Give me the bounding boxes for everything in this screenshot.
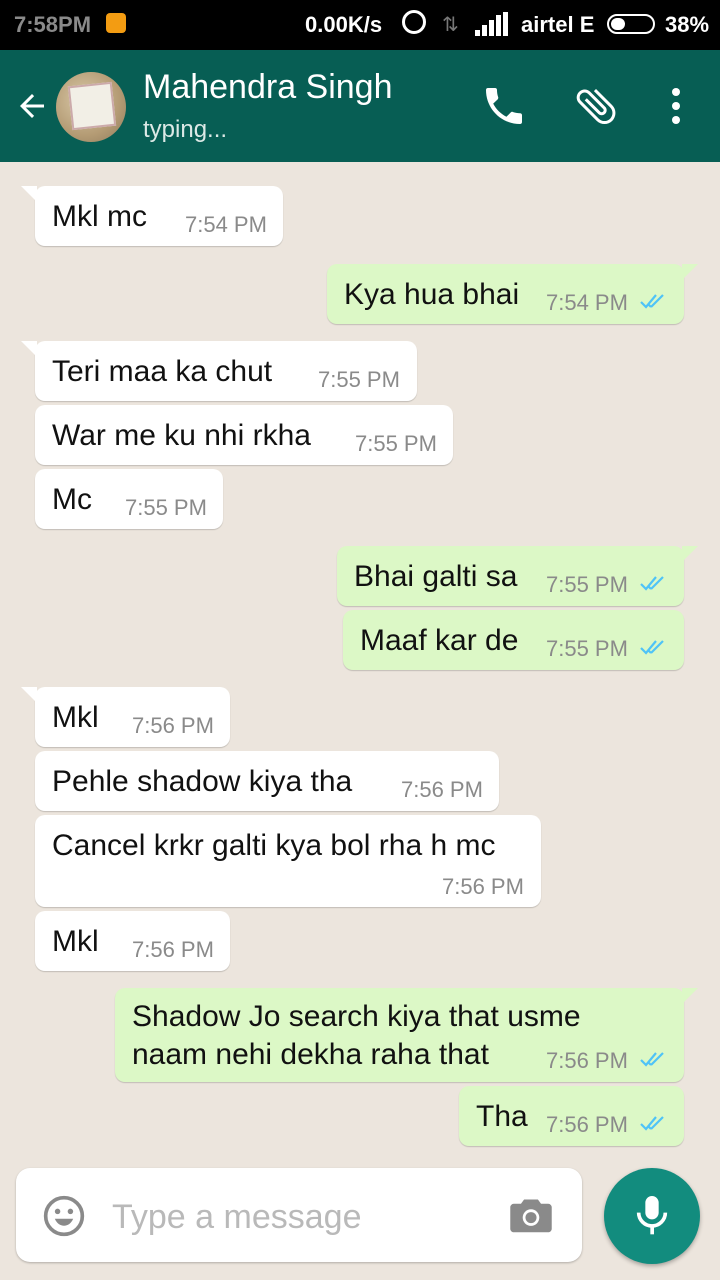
- message-text: Mc: [52, 483, 92, 516]
- message-time: 7:55 PM: [125, 495, 207, 520]
- message-incoming[interactable]: Mkl mc 7:54 PM: [21, 186, 283, 246]
- status-time: 7:58PM: [14, 12, 92, 37]
- message-outgoing[interactable]: Tha 7:56 PM: [459, 1086, 684, 1146]
- read-ticks-icon: [640, 294, 664, 309]
- message-time: 7:54 PM: [185, 212, 267, 237]
- message-incoming[interactable]: Mkl 7:56 PM: [21, 687, 230, 747]
- avatar[interactable]: [56, 72, 126, 142]
- read-ticks-icon: [640, 1116, 664, 1131]
- battery-icon: [607, 14, 655, 34]
- message-time: 7:54 PM: [546, 290, 628, 315]
- more-icon[interactable]: [652, 82, 700, 130]
- message-text: Shadow Jo search kiya that usme naam neh…: [132, 1000, 581, 1071]
- message-text: Tha: [476, 1100, 528, 1133]
- message-text: Mkl: [52, 925, 99, 958]
- message-text: Cancel krkr galti kya bol rha h mc: [52, 829, 496, 862]
- message-text: Mkl: [52, 701, 99, 734]
- message-text: Kya hua bhai: [344, 278, 520, 311]
- read-ticks-icon: [640, 1052, 664, 1067]
- message-incoming[interactable]: Pehle shadow kiya tha 7:56 PM: [35, 751, 499, 811]
- carrier-label: airtel E: [521, 12, 595, 37]
- contact-status: typing...: [143, 116, 228, 143]
- message-time: 7:56 PM: [132, 937, 214, 962]
- message-text: Mkl mc: [52, 200, 147, 233]
- message-time: 7:56 PM: [401, 777, 483, 802]
- message-outgoing[interactable]: Kya hua bhai 7:54 PM: [327, 264, 698, 324]
- status-bar: 7:58PM 0.00K/s ⇅ airtel E 38%: [0, 0, 720, 50]
- message-text: Pehle shadow kiya tha: [52, 765, 353, 798]
- message-text: War me ku nhi rkha: [52, 419, 311, 452]
- back-arrow-icon[interactable]: [14, 88, 50, 124]
- message-outgoing[interactable]: Maaf kar de 7:55 PM: [343, 610, 684, 670]
- message-text: Bhai galti sa: [354, 560, 518, 593]
- message-time: 7:55 PM: [355, 431, 437, 456]
- emoji-icon[interactable]: [42, 1194, 86, 1238]
- message-time: 7:56 PM: [546, 1112, 628, 1137]
- message-time: 7:56 PM: [132, 713, 214, 738]
- contact-name[interactable]: Mahendra Singh: [143, 68, 393, 107]
- read-ticks-icon: [640, 576, 664, 591]
- phone-icon[interactable]: [480, 82, 528, 130]
- message-incoming[interactable]: War me ku nhi rkha 7:55 PM: [35, 405, 453, 465]
- message-incoming[interactable]: Mc 7:55 PM: [35, 469, 223, 529]
- signal-icon: [475, 12, 509, 36]
- message-time: 7:56 PM: [546, 1048, 628, 1073]
- attach-icon[interactable]: [572, 82, 620, 130]
- message-time: 7:56 PM: [442, 874, 524, 899]
- read-ticks-icon: [640, 640, 664, 655]
- message-incoming[interactable]: Mkl 7:56 PM: [35, 911, 230, 971]
- data-icon: ⇅: [442, 14, 459, 36]
- alarm-icon: [402, 10, 426, 34]
- message-outgoing[interactable]: Shadow Jo search kiya that usme naam neh…: [115, 988, 698, 1082]
- chat-area[interactable]: Mkl mc 7:54 PM Kya hua bhai 7:54 PM Teri…: [0, 162, 720, 1162]
- notification-icon: [106, 13, 126, 33]
- message-time: 7:55 PM: [318, 367, 400, 392]
- battery-percent: 38%: [665, 12, 710, 37]
- message-incoming[interactable]: Cancel krkr galti kya bol rha h mc 7:56 …: [35, 815, 541, 907]
- message-text: Teri maa ka chut: [52, 355, 273, 388]
- message-time: 7:55 PM: [546, 572, 628, 597]
- chat-header: Mahendra Singh typing...: [0, 50, 720, 162]
- message-input[interactable]: Type a message: [112, 1198, 361, 1237]
- message-composer[interactable]: Type a message: [16, 1168, 582, 1262]
- camera-icon[interactable]: [510, 1196, 552, 1234]
- message-time: 7:55 PM: [546, 636, 628, 661]
- message-outgoing[interactable]: Bhai galti sa 7:55 PM: [337, 546, 698, 606]
- message-text: Maaf kar de: [360, 624, 519, 657]
- mic-button[interactable]: [604, 1168, 700, 1264]
- mic-icon: [636, 1196, 668, 1235]
- message-incoming[interactable]: Teri maa ka chut 7:55 PM: [21, 341, 417, 401]
- network-speed: 0.00K/s: [305, 12, 383, 37]
